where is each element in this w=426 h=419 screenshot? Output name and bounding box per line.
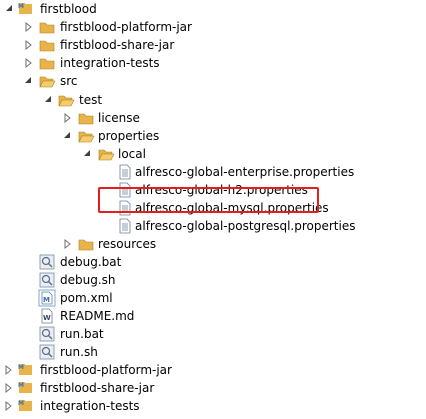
tree-row-license[interactable]: license [0,109,426,127]
tree-row-project[interactable]: M firstblood-platform-jar [0,361,426,379]
expanded-arrow-icon[interactable] [83,145,93,163]
folder-open-icon [77,127,95,145]
tree-row-file[interactable]: debug.bat [0,253,426,271]
tree-row-project[interactable]: M integration-tests [0,397,426,415]
svg-text:M: M [18,364,24,371]
svg-text:M: M [43,296,50,304]
tree-label: local [118,147,146,161]
folder-icon [77,235,95,253]
script-file-icon [38,253,56,271]
folder-open-icon [38,72,56,90]
expanded-arrow-icon[interactable] [5,0,15,18]
tree-label: src [60,74,78,88]
collapsed-arrow-icon[interactable] [63,235,73,253]
tree-row-file[interactable]: debug.sh [0,271,426,289]
tree-row-file[interactable]: alfresco-global-enterprise.properties [0,163,426,181]
svg-text:W: W [43,314,51,322]
maven-project-icon: M [17,379,35,397]
tree-label: properties [98,129,160,143]
script-file-icon [38,271,56,289]
project-explorer-tree: M firstblood firstblood-platform-jar fir… [0,0,426,419]
folder-open-icon [57,91,75,109]
tree-label: firstblood-platform-jar [60,20,192,34]
collapsed-arrow-icon[interactable] [24,54,34,72]
tree-row-firstblood[interactable]: M firstblood [0,0,426,18]
script-file-icon [38,325,56,343]
tree-label: firstblood [40,2,97,16]
expanded-arrow-icon[interactable] [63,127,73,145]
collapsed-arrow-icon[interactable] [24,36,34,54]
tree-row-file[interactable]: run.sh [0,343,426,361]
properties-file-icon [116,163,134,181]
maven-project-icon: M [17,361,35,379]
expanded-arrow-icon[interactable] [44,91,54,109]
tree-row-pom[interactable]: M pom.xml [0,289,426,307]
tree-row-local[interactable]: local [0,145,426,163]
collapsed-arrow-icon[interactable] [4,361,14,379]
svg-text:M: M [18,3,24,10]
tree-label: firstblood-share-jar [40,381,155,395]
tree-label: alfresco-global-enterprise.properties [135,165,355,179]
folder-icon [38,18,56,36]
tree-row-project[interactable]: M firstblood-share-jar [0,379,426,397]
tree-label: integration-tests [40,399,140,413]
properties-file-icon [116,217,134,235]
folder-icon [38,54,56,72]
collapsed-arrow-icon[interactable] [63,109,73,127]
collapsed-arrow-icon[interactable] [4,379,14,397]
tree-row-firstblood-share-jar[interactable]: firstblood-share-jar [0,36,426,54]
tree-row-resources[interactable]: resources [0,235,426,253]
tree-row-file[interactable]: W README.md [0,307,426,325]
highlight-box [98,187,319,213]
tree-label: pom.xml [60,291,113,305]
tree-label: integration-tests [60,56,160,70]
tree-label: alfresco-global-postgresql.properties [135,219,356,233]
collapsed-arrow-icon[interactable] [4,397,14,415]
maven-project-icon: M [17,397,35,415]
svg-text:M: M [18,400,24,407]
tree-label: test [79,93,103,107]
tree-label: resources [98,237,157,251]
pom-file-icon: M [38,289,56,307]
folder-icon [38,36,56,54]
tree-row-firstblood-platform-jar[interactable]: firstblood-platform-jar [0,18,426,36]
tree-label: debug.sh [60,273,116,287]
collapsed-arrow-icon[interactable] [24,18,34,36]
tree-label: firstblood-platform-jar [40,363,172,377]
tree-label: debug.bat [60,255,122,269]
folder-open-icon [97,145,115,163]
svg-text:M: M [18,382,24,389]
tree-row-file[interactable]: run.bat [0,325,426,343]
tree-row-file[interactable]: alfresco-global-postgresql.properties [0,217,426,235]
maven-project-icon: M [17,0,35,18]
tree-row-src[interactable]: src [0,72,426,90]
folder-icon [77,109,95,127]
script-file-icon [38,343,56,361]
tree-label: run.bat [60,327,104,341]
tree-row-integration-tests[interactable]: integration-tests [0,54,426,72]
tree-label: firstblood-share-jar [60,38,175,52]
tree-row-test[interactable]: test [0,91,426,109]
tree-label: license [98,111,140,125]
tree-label: run.sh [60,345,98,359]
tree-row-properties[interactable]: properties [0,127,426,145]
tree-label: README.md [60,309,135,323]
markdown-file-icon: W [38,307,56,325]
expanded-arrow-icon[interactable] [24,72,34,90]
